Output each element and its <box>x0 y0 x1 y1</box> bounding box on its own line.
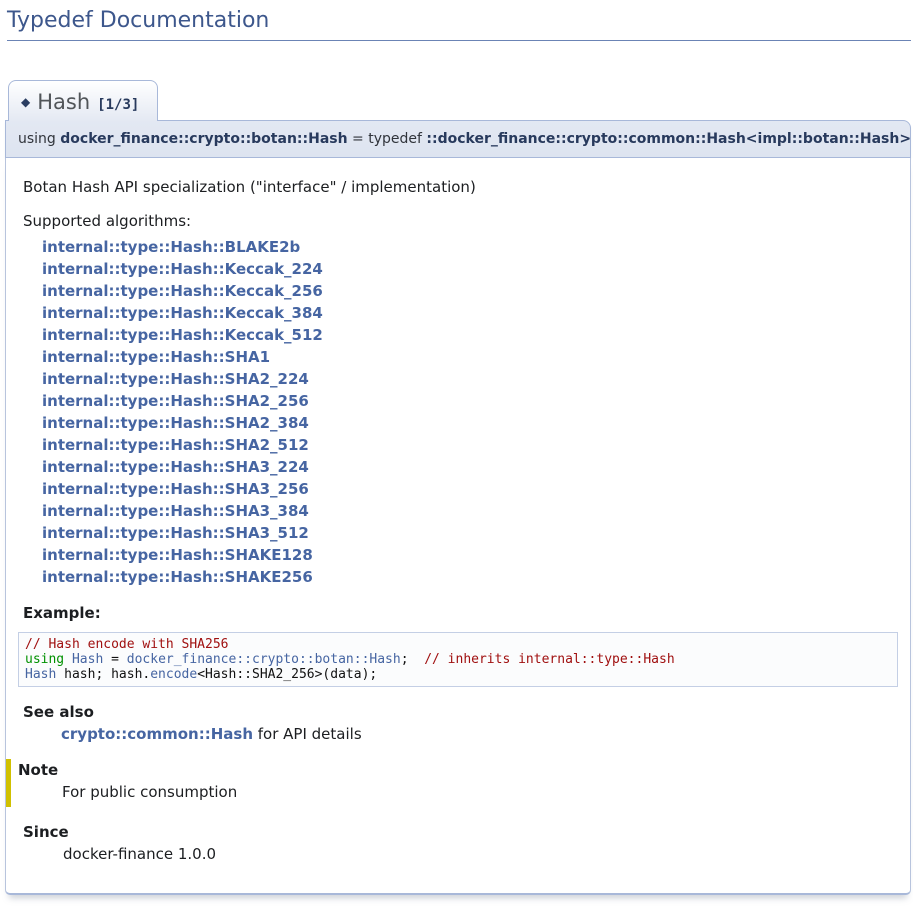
proto-using-keyword: using <box>18 131 60 147</box>
algorithm-link[interactable]: internal::type::Hash::Keccak_256 <box>42 282 323 300</box>
member-documentation: Botan Hash API specialization ("interfac… <box>5 158 911 895</box>
algorithm-link[interactable]: internal::type::Hash::SHA2_384 <box>42 414 309 432</box>
algorithm-link[interactable]: internal::type::Hash::Keccak_224 <box>42 260 323 278</box>
algorithm-item: internal::type::Hash::Keccak_384 <box>42 302 898 324</box>
supported-algorithms-label: Supported algorithms: <box>23 212 898 230</box>
proto-member-name: docker_finance::crypto::botan::Hash <box>60 131 347 147</box>
algorithm-link[interactable]: internal::type::Hash::SHA3_256 <box>42 480 309 498</box>
algorithm-item: internal::type::Hash::SHA1 <box>42 346 898 368</box>
see-also-section: See also crypto::common::Hash for API de… <box>23 703 898 743</box>
code-link-hash[interactable]: Hash <box>25 667 56 682</box>
see-also-label: See also <box>23 703 898 721</box>
member-title-tab: ◆ Hash [1/3] <box>8 80 158 121</box>
algorithm-list: internal::type::Hash::BLAKE2b internal::… <box>42 236 898 588</box>
code-line: using Hash = docker_finance::crypto::bot… <box>25 652 891 667</box>
see-also-link[interactable]: crypto::common::Hash <box>61 725 253 743</box>
algorithm-link[interactable]: internal::type::Hash::Keccak_384 <box>42 304 323 322</box>
algorithm-link[interactable]: internal::type::Hash::BLAKE2b <box>42 238 300 256</box>
algorithm-item: internal::type::Hash::Keccak_512 <box>42 324 898 346</box>
algorithm-item: internal::type::Hash::SHA2_384 <box>42 412 898 434</box>
algorithm-item: internal::type::Hash::Keccak_224 <box>42 258 898 280</box>
page-title: Typedef Documentation <box>7 6 911 41</box>
algorithm-item: internal::type::Hash::SHA3_256 <box>42 478 898 500</box>
note-text: For public consumption <box>62 783 898 801</box>
see-also-suffix: for API details <box>253 725 362 743</box>
since-section: Since docker-finance 1.0.0 <box>23 823 898 863</box>
algorithm-item: internal::type::Hash::SHAKE128 <box>42 544 898 566</box>
algorithm-link[interactable]: internal::type::Hash::SHA2_512 <box>42 436 309 454</box>
code-operator: = <box>103 652 126 667</box>
algorithm-item: internal::type::Hash::Keccak_256 <box>42 280 898 302</box>
proto-typedef-keyword: = typedef <box>348 131 427 147</box>
see-also-content: crypto::common::Hash for API details <box>61 725 898 743</box>
algorithm-link[interactable]: internal::type::Hash::SHA3_384 <box>42 502 309 520</box>
algorithm-item: internal::type::Hash::SHAKE256 <box>42 566 898 588</box>
algorithm-link[interactable]: internal::type::Hash::Keccak_512 <box>42 326 323 344</box>
code-text: hash; hash. <box>56 667 150 682</box>
since-text: docker-finance 1.0.0 <box>63 845 898 863</box>
algorithm-link[interactable]: internal::type::Hash::SHA2_224 <box>42 370 309 388</box>
member-name: Hash <box>37 90 90 114</box>
algorithm-link[interactable]: internal::type::Hash::SHAKE128 <box>42 546 313 564</box>
code-link-hash[interactable]: Hash <box>72 652 103 667</box>
algorithm-item: internal::type::Hash::SHA2_224 <box>42 368 898 390</box>
algorithm-link[interactable]: internal::type::Hash::SHAKE256 <box>42 568 313 586</box>
code-link-botan-hash[interactable]: docker_finance::crypto::botan::Hash <box>127 652 401 667</box>
algorithm-item: internal::type::Hash::BLAKE2b <box>42 236 898 258</box>
note-section: Note For public consumption <box>6 759 898 807</box>
code-line: Hash hash; hash.encode<Hash::SHA2_256>(d… <box>25 667 891 682</box>
since-label: Since <box>23 823 898 841</box>
proto-target-type: ::docker_finance::crypto::common::Hash<i… <box>426 131 911 147</box>
note-label: Note <box>18 761 898 779</box>
code-keyword-using: using <box>25 652 72 667</box>
code-text: <Hash::SHA2_256>(data); <box>197 667 377 682</box>
algorithm-item: internal::type::Hash::SHA2_512 <box>42 434 898 456</box>
algorithm-link[interactable]: internal::type::Hash::SHA1 <box>42 348 270 366</box>
code-line: // Hash encode with SHA256 <box>25 637 891 652</box>
member-prototype: using docker_finance::crypto::botan::Has… <box>5 120 911 158</box>
overload-badge: [1/3] <box>97 97 139 113</box>
anchor-diamond-icon[interactable]: ◆ <box>21 95 30 109</box>
algorithm-link[interactable]: internal::type::Hash::SHA2_256 <box>42 392 309 410</box>
algorithm-item: internal::type::Hash::SHA2_256 <box>42 390 898 412</box>
typedef-documentation-page: Typedef Documentation ◆ Hash [1/3] using d… <box>0 6 913 915</box>
code-comment: // Hash encode with SHA256 <box>25 637 229 652</box>
algorithm-item: internal::type::Hash::SHA3_384 <box>42 500 898 522</box>
member-item: using docker_finance::crypto::botan::Has… <box>5 120 911 895</box>
code-punctuation: ; <box>401 652 424 667</box>
algorithm-item: internal::type::Hash::SHA3_512 <box>42 522 898 544</box>
brief-description: Botan Hash API specialization ("interfac… <box>23 178 898 196</box>
example-label: Example: <box>23 604 898 622</box>
code-example-block: // Hash encode with SHA256 using Hash = … <box>18 632 898 687</box>
code-comment: // inherits internal::type::Hash <box>424 652 674 667</box>
code-link-encode[interactable]: encode <box>150 667 197 682</box>
algorithm-link[interactable]: internal::type::Hash::SHA3_224 <box>42 458 309 476</box>
algorithm-link[interactable]: internal::type::Hash::SHA3_512 <box>42 524 309 542</box>
algorithm-item: internal::type::Hash::SHA3_224 <box>42 456 898 478</box>
